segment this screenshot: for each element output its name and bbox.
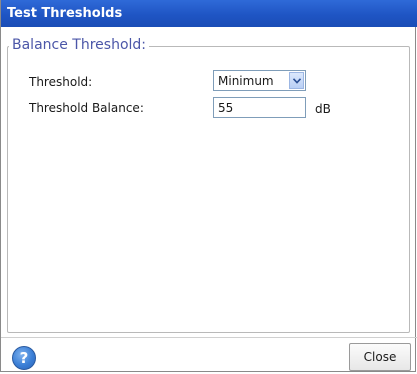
footer-divider [1, 337, 417, 338]
group-legend: Balance Threshold: [9, 36, 149, 54]
threshold-balance-label: Threshold Balance: [29, 101, 144, 115]
threshold-balance-input[interactable] [213, 97, 306, 118]
close-button[interactable]: Close [349, 343, 411, 371]
test-thresholds-dialog: Test Thresholds Balance Threshold: Thres… [0, 0, 417, 372]
window-title: Test Thresholds [1, 0, 417, 27]
db-unit-label: dB [315, 102, 331, 116]
threshold-label: Threshold: [29, 75, 93, 89]
question-mark-icon[interactable]: ? [12, 346, 36, 370]
chevron-down-icon[interactable] [289, 72, 304, 89]
threshold-select-value: Minimum [218, 74, 274, 88]
threshold-select[interactable]: Minimum [213, 70, 306, 91]
